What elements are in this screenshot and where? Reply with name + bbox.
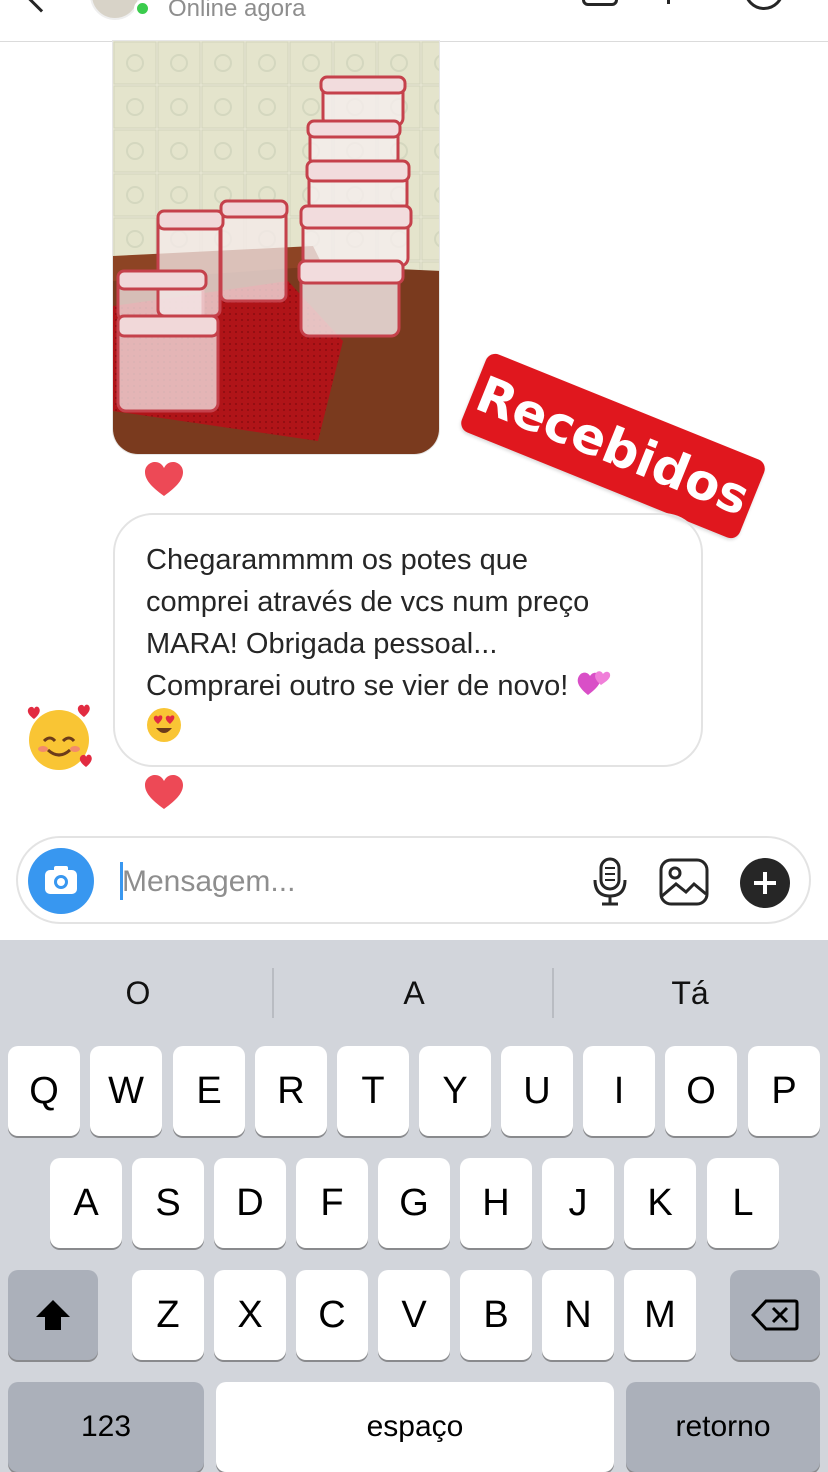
delete-icon (751, 1299, 799, 1331)
key-n[interactable]: N (542, 1270, 614, 1360)
key-o[interactable]: O (665, 1046, 737, 1136)
keyboard: O A Tá Q W E R T Y U I O P A S D F G H J… (0, 940, 828, 1472)
numbers-key[interactable]: 123 (8, 1382, 204, 1472)
key-c[interactable]: C (296, 1270, 368, 1360)
plus-icon (754, 872, 776, 894)
back-chevron-icon[interactable] (25, 0, 57, 13)
key-i[interactable]: I (583, 1046, 655, 1136)
plus-button[interactable] (740, 858, 790, 908)
shift-icon (36, 1300, 70, 1330)
key-w[interactable]: W (90, 1046, 162, 1136)
suggestion-bar: O A Tá (0, 940, 828, 1048)
key-u[interactable]: U (501, 1046, 573, 1136)
key-x[interactable]: X (214, 1270, 286, 1360)
key-q[interactable]: Q (8, 1046, 80, 1136)
camera-button[interactable] (28, 848, 94, 914)
smiling-face-with-hearts-emoji (24, 703, 94, 773)
key-k[interactable]: K (624, 1158, 696, 1248)
heart-icon (144, 462, 184, 498)
heart-icon (144, 775, 184, 811)
video-call-icon[interactable] (582, 0, 618, 6)
key-m[interactable]: M (624, 1270, 696, 1360)
chat-header: Online agora (0, 0, 828, 42)
shift-key[interactable] (8, 1270, 98, 1360)
message-line-text: Comprarei outro se vier de novo! (146, 670, 569, 702)
sticker-label: Recebidos (468, 365, 758, 527)
key-g[interactable]: G (378, 1158, 450, 1248)
message-text: Chegaramm​mm os potes que comprei atravé… (146, 539, 671, 749)
photo-message[interactable] (112, 40, 440, 455)
key-y[interactable]: Y (419, 1046, 491, 1136)
message-input[interactable] (122, 860, 562, 904)
delete-key[interactable] (730, 1270, 820, 1360)
online-status-dot (134, 0, 151, 17)
suggestion-item[interactable]: Tá (552, 968, 828, 1018)
return-key[interactable]: retorno (626, 1382, 820, 1472)
suggestion-item[interactable]: A (276, 968, 552, 1018)
key-d[interactable]: D (214, 1158, 286, 1248)
gallery-button[interactable] (658, 856, 710, 908)
key-f[interactable]: F (296, 1158, 368, 1248)
heart-eyes-emoji (147, 708, 181, 742)
key-z[interactable]: Z (132, 1270, 204, 1360)
key-a[interactable]: A (50, 1158, 122, 1248)
containers-photo (113, 41, 439, 454)
key-p[interactable]: P (748, 1046, 820, 1136)
key-r[interactable]: R (255, 1046, 327, 1136)
message-line (146, 707, 671, 749)
camera-icon (45, 866, 77, 894)
online-status-text: Online agora (168, 0, 306, 22)
key-s[interactable]: S (132, 1158, 204, 1248)
key-e[interactable]: E (173, 1046, 245, 1136)
key-t[interactable]: T (337, 1046, 409, 1136)
message-line: Comprarei outro se vier de novo! (146, 665, 671, 707)
info-icon[interactable] (744, 0, 784, 10)
key-h[interactable]: H (460, 1158, 532, 1248)
message-bubble[interactable]: Chegaramm​mm os potes que comprei atravé… (113, 513, 703, 767)
message-line: Chegaramm​mm os potes que (146, 544, 528, 576)
two-hearts-emoji (578, 671, 611, 695)
message-composer (16, 836, 811, 924)
microphone-button[interactable] (586, 856, 634, 908)
suggestion-item[interactable]: O (0, 968, 276, 1018)
message-line: comprei através de vcs num preço (146, 586, 590, 618)
microphone-icon (593, 857, 627, 906)
key-l[interactable]: L (707, 1158, 779, 1248)
phone-icon[interactable] (667, 0, 670, 4)
space-key[interactable]: espaço (216, 1382, 614, 1472)
key-j[interactable]: J (542, 1158, 614, 1248)
avatar[interactable] (90, 0, 140, 20)
gallery-icon (659, 858, 709, 906)
message-line: MARA! Obrigada pessoal... (146, 628, 498, 660)
key-b[interactable]: B (460, 1270, 532, 1360)
suggestion-divider (272, 968, 274, 1018)
key-v[interactable]: V (378, 1270, 450, 1360)
